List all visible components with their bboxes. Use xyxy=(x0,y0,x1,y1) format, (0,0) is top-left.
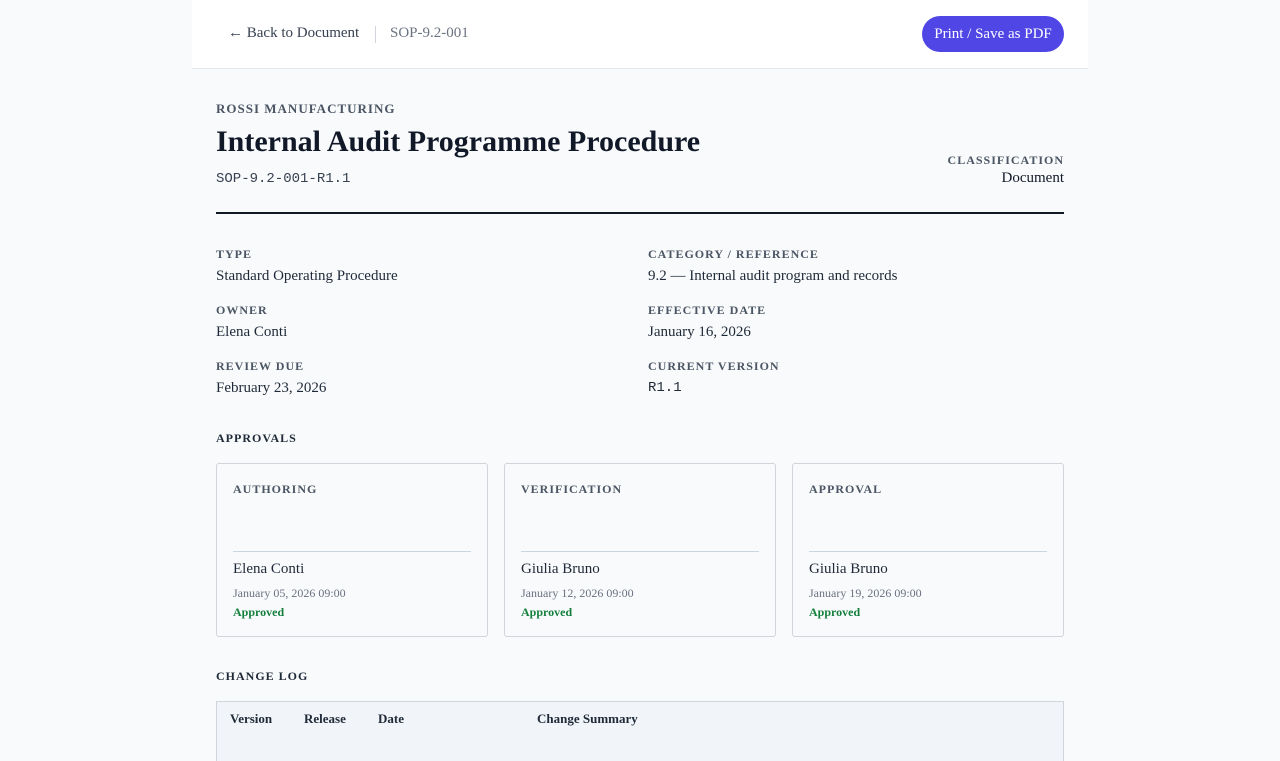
column-header-release: Release xyxy=(304,711,346,726)
company-name: ROSSI MANUFACTURING xyxy=(216,101,396,116)
approval-status: Approved xyxy=(809,605,861,619)
approver-name: Giulia Bruno xyxy=(521,561,600,577)
approver-name: Elena Conti xyxy=(233,561,305,577)
approval-timestamp: January 05, 2026 09:00 xyxy=(233,586,346,600)
change-log-heading: CHANGE LOG xyxy=(216,669,309,683)
report-page: ← Back to Document SOP-9.2-001 Print / S… xyxy=(192,0,1088,761)
classification-label: CLASSIFICATION xyxy=(947,153,1064,167)
back-to-document-link[interactable]: ← Back to Document xyxy=(228,25,359,42)
meta-effective-date-label: EFFECTIVE DATE xyxy=(648,303,767,317)
toolbar-divider xyxy=(375,26,376,43)
meta-effective-date-value: January 16, 2026 xyxy=(648,324,751,340)
meta-review-due: REVIEW DUE February 23, 2026 xyxy=(216,359,616,397)
approval-status: Approved xyxy=(521,605,573,619)
column-header-change-summary: Change Summary xyxy=(537,711,638,726)
meta-owner-label: OWNER xyxy=(216,303,268,317)
approval-stage: AUTHORING xyxy=(233,482,318,496)
meta-type-label: TYPE xyxy=(216,247,253,261)
meta-owner: OWNER Elena Conti xyxy=(216,303,616,341)
meta-review-due-value: February 23, 2026 xyxy=(216,380,327,396)
document-code: SOP-9.2-001-R1.1 xyxy=(216,171,351,187)
approvals-heading: APPROVALS xyxy=(216,431,297,445)
print-save-pdf-button[interactable]: Print / Save as PDF xyxy=(922,16,1064,52)
approval-card-approval: APPROVAL Giulia Bruno January 19, 2026 0… xyxy=(792,463,1064,637)
signature-line xyxy=(233,551,471,552)
meta-review-due-label: REVIEW DUE xyxy=(216,359,305,373)
approval-status: Approved xyxy=(233,605,285,619)
signature-line xyxy=(809,551,1047,552)
approval-stage: VERIFICATION xyxy=(521,482,623,496)
signature-line xyxy=(521,551,759,552)
meta-category-value: 9.2 — Internal audit program and records xyxy=(648,268,898,284)
meta-current-version-label: CURRENT VERSION xyxy=(648,359,780,373)
page-title: Internal Audit Programme Procedure xyxy=(216,125,701,158)
meta-current-version-value: R1.1 xyxy=(648,380,682,396)
approver-name: Giulia Bruno xyxy=(809,561,888,577)
column-header-version: Version xyxy=(230,711,273,726)
meta-category-label: CATEGORY / REFERENCE xyxy=(648,247,819,261)
meta-owner-value: Elena Conti xyxy=(216,324,288,340)
meta-type: TYPE Standard Operating Procedure xyxy=(216,247,616,285)
title-divider xyxy=(216,212,1064,214)
meta-category: CATEGORY / REFERENCE 9.2 — Internal audi… xyxy=(648,247,1048,285)
toolbar: ← Back to Document SOP-9.2-001 Print / S… xyxy=(192,0,1088,69)
approval-stage: APPROVAL xyxy=(809,482,883,496)
classification-value: Document xyxy=(1001,170,1064,186)
meta-effective-date: EFFECTIVE DATE January 16, 2026 xyxy=(648,303,1048,341)
approval-card-verification: VERIFICATION Giulia Bruno January 12, 20… xyxy=(504,463,776,637)
meta-type-value: Standard Operating Procedure xyxy=(216,268,398,284)
approval-cards: AUTHORING Elena Conti January 05, 2026 0… xyxy=(216,463,1064,637)
approval-timestamp: January 12, 2026 09:00 xyxy=(521,586,634,600)
approval-timestamp: January 19, 2026 09:00 xyxy=(809,586,922,600)
column-header-date: Date xyxy=(378,711,404,726)
meta-current-version: CURRENT VERSION R1.1 xyxy=(648,359,1048,396)
approval-card-authoring: AUTHORING Elena Conti January 05, 2026 0… xyxy=(216,463,488,637)
document-id: SOP-9.2-001 xyxy=(390,25,469,41)
change-log-table: Version Release Date Change Summary xyxy=(216,701,1064,761)
